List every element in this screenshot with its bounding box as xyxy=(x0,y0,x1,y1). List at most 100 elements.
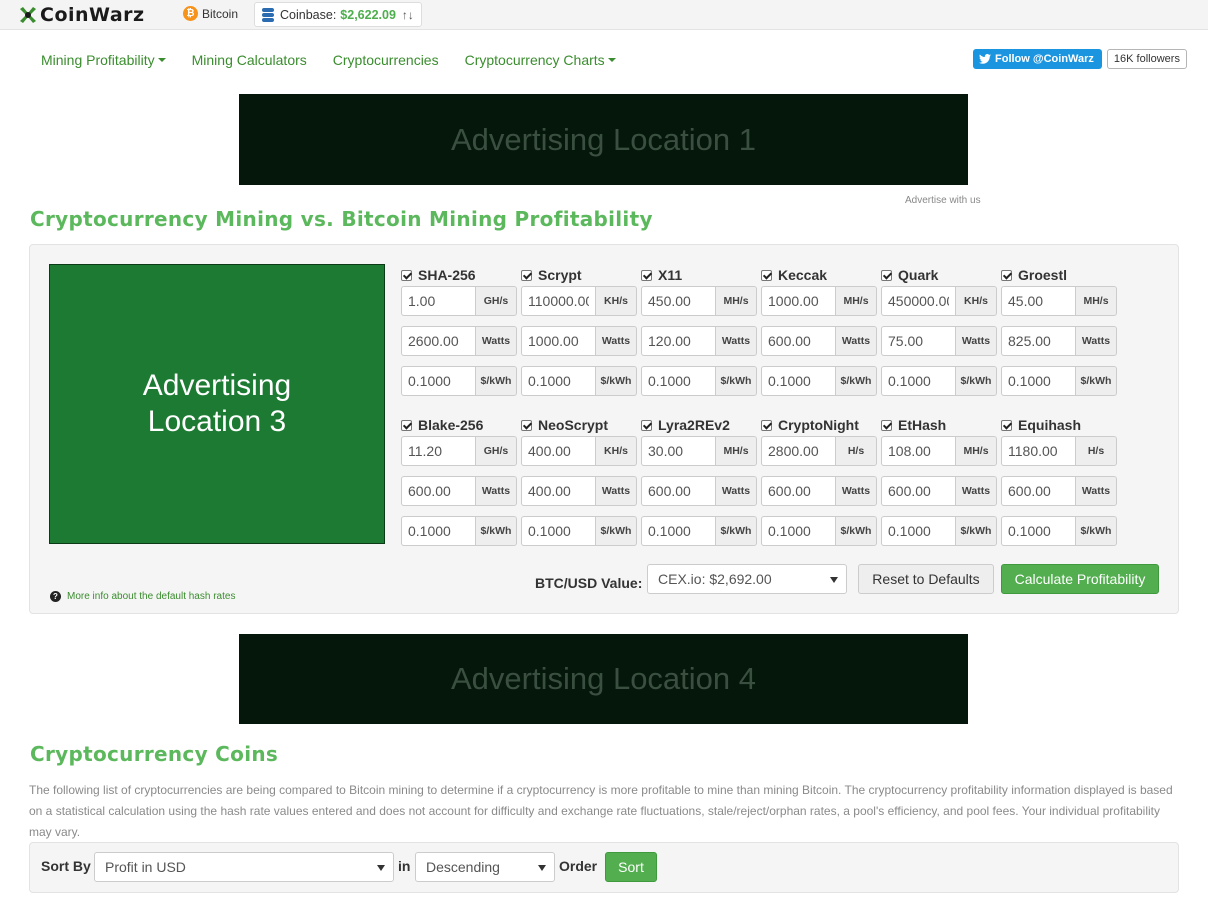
hashrate-input[interactable] xyxy=(1001,286,1075,316)
question-icon: ? xyxy=(50,591,61,602)
hashrate-input[interactable] xyxy=(881,436,955,466)
algorithm-header: Keccak xyxy=(761,266,877,284)
power-input[interactable] xyxy=(641,326,715,356)
nav-item-mining-calculators[interactable]: Mining Calculators xyxy=(192,52,307,68)
reset-defaults-button[interactable]: Reset to Defaults xyxy=(858,564,994,594)
caret-down-icon xyxy=(157,58,166,62)
hashrate-input[interactable] xyxy=(1001,436,1075,466)
advertise-with-us-link[interactable]: Advertise with us xyxy=(905,195,981,206)
hashrate-input-group: KH/s xyxy=(521,286,637,316)
btcusd-exchange-select[interactable]: CEX.io: $2,692.00 xyxy=(647,564,847,594)
nav-item-label: Mining Profitability xyxy=(41,52,155,68)
power-input[interactable] xyxy=(881,476,955,506)
power-cost-input[interactable] xyxy=(881,516,955,546)
power-input[interactable] xyxy=(521,326,595,356)
nav-item-cryptocurrencies[interactable]: Cryptocurrencies xyxy=(333,52,439,68)
power-cost-input[interactable] xyxy=(401,516,475,546)
hashrate-input[interactable] xyxy=(761,436,835,466)
power-unit: Watts xyxy=(955,476,997,506)
power-cost-input[interactable] xyxy=(521,516,595,546)
more-info-link[interactable]: ? More info about the default hash rates xyxy=(50,591,235,602)
algorithm-name: Groestl xyxy=(1018,267,1068,283)
algorithm-checkbox[interactable] xyxy=(641,419,652,431)
ad3-line-2: Location 3 xyxy=(147,405,287,438)
cost-unit: $/kWh xyxy=(475,366,517,396)
algorithm-quark: Quark KH/s Watts $/kWh xyxy=(881,266,997,396)
bitcoin-link[interactable]: ₿ Bitcoin xyxy=(183,6,238,21)
power-cost-input[interactable] xyxy=(401,366,475,396)
coinwarz-logo[interactable]: CoinWarz xyxy=(18,4,145,26)
coinbase-ticker[interactable]: Coinbase: $2,622.09 ↑↓ xyxy=(254,2,422,27)
power-input[interactable] xyxy=(881,326,955,356)
advertising-banner-4[interactable]: Advertising Location 4 xyxy=(239,634,968,724)
power-cost-input[interactable] xyxy=(641,516,715,546)
power-input[interactable] xyxy=(761,476,835,506)
sort-order-select[interactable]: Descending xyxy=(415,852,555,882)
algorithm-keccak: Keccak MH/s Watts $/kWh xyxy=(761,266,877,396)
power-input-group: Watts xyxy=(641,476,757,506)
hashrate-input-group: MH/s xyxy=(1001,286,1117,316)
power-cost-input[interactable] xyxy=(1001,516,1075,546)
algorithm-header: CryptoNight xyxy=(761,416,877,434)
twitter-follow-button[interactable]: Follow @CoinWarz xyxy=(973,49,1102,69)
power-input[interactable] xyxy=(1001,476,1075,506)
sort-button[interactable]: Sort xyxy=(605,852,657,882)
nav-item-cryptocurrency-charts[interactable]: Cryptocurrency Charts xyxy=(465,52,616,68)
algorithm-checkbox[interactable] xyxy=(401,419,412,431)
advertising-banner-1[interactable]: Advertising Location 1 xyxy=(239,94,968,185)
algorithm-checkbox[interactable] xyxy=(1001,269,1012,281)
cryptocurrency-coins-title: Cryptocurrency Coins xyxy=(30,742,279,766)
ad3-line-1: Advertising xyxy=(142,369,292,402)
hashrate-input[interactable] xyxy=(401,436,475,466)
advertising-banner-3[interactable]: Advertising Location 3 xyxy=(49,264,385,544)
sort-by-label: Sort By xyxy=(41,858,91,874)
power-input[interactable] xyxy=(641,476,715,506)
power-input[interactable] xyxy=(401,476,475,506)
twitter-followers-count[interactable]: 16K followers xyxy=(1106,49,1187,69)
algorithm-header: Lyra2REv2 xyxy=(641,416,757,434)
power-unit: Watts xyxy=(835,326,877,356)
algorithm-checkbox[interactable] xyxy=(881,419,892,431)
cost-unit: $/kWh xyxy=(1075,366,1117,396)
hashrate-input[interactable] xyxy=(641,436,715,466)
hashrate-unit: KH/s xyxy=(595,286,637,316)
power-unit: Watts xyxy=(475,326,517,356)
algorithm-checkbox[interactable] xyxy=(641,269,652,281)
hashrate-unit: MH/s xyxy=(1075,286,1117,316)
cost-input-group: $/kWh xyxy=(401,516,517,546)
algorithm-checkbox[interactable] xyxy=(881,269,892,281)
power-cost-input[interactable] xyxy=(761,516,835,546)
sort-by-select[interactable]: Profit in USD xyxy=(94,852,394,882)
power-unit: Watts xyxy=(835,476,877,506)
power-input[interactable] xyxy=(401,326,475,356)
hashrate-input[interactable] xyxy=(521,286,595,316)
hashrate-input[interactable] xyxy=(401,286,475,316)
power-cost-input[interactable] xyxy=(881,366,955,396)
algorithm-checkbox[interactable] xyxy=(521,269,532,281)
hashrate-input[interactable] xyxy=(641,286,715,316)
power-input-group: Watts xyxy=(521,476,637,506)
hashrate-input[interactable] xyxy=(881,286,955,316)
power-cost-input[interactable] xyxy=(641,366,715,396)
power-cost-input[interactable] xyxy=(1001,366,1075,396)
calculate-profitability-button[interactable]: Calculate Profitability xyxy=(1001,564,1159,594)
coinbase-stack-icon xyxy=(262,7,274,22)
nav-item-label: Cryptocurrencies xyxy=(332,52,439,68)
algorithm-header: Quark xyxy=(881,266,997,284)
order-label: Order xyxy=(559,858,598,874)
cost-input-group: $/kWh xyxy=(521,516,637,546)
power-input[interactable] xyxy=(1001,326,1075,356)
algorithm-checkbox[interactable] xyxy=(401,269,412,281)
power-cost-input[interactable] xyxy=(761,366,835,396)
power-cost-input[interactable] xyxy=(521,366,595,396)
power-input[interactable] xyxy=(761,326,835,356)
algorithm-checkbox[interactable] xyxy=(761,419,772,431)
algorithm-checkbox[interactable] xyxy=(1001,419,1012,431)
nav-item-mining-profitability[interactable]: Mining Profitability xyxy=(41,52,166,68)
algorithm-sha-256: SHA-256 GH/s Watts $/kWh xyxy=(401,266,517,396)
hashrate-input[interactable] xyxy=(761,286,835,316)
hashrate-input[interactable] xyxy=(521,436,595,466)
algorithm-checkbox[interactable] xyxy=(761,269,772,281)
algorithm-checkbox[interactable] xyxy=(521,419,532,431)
power-input[interactable] xyxy=(521,476,595,506)
